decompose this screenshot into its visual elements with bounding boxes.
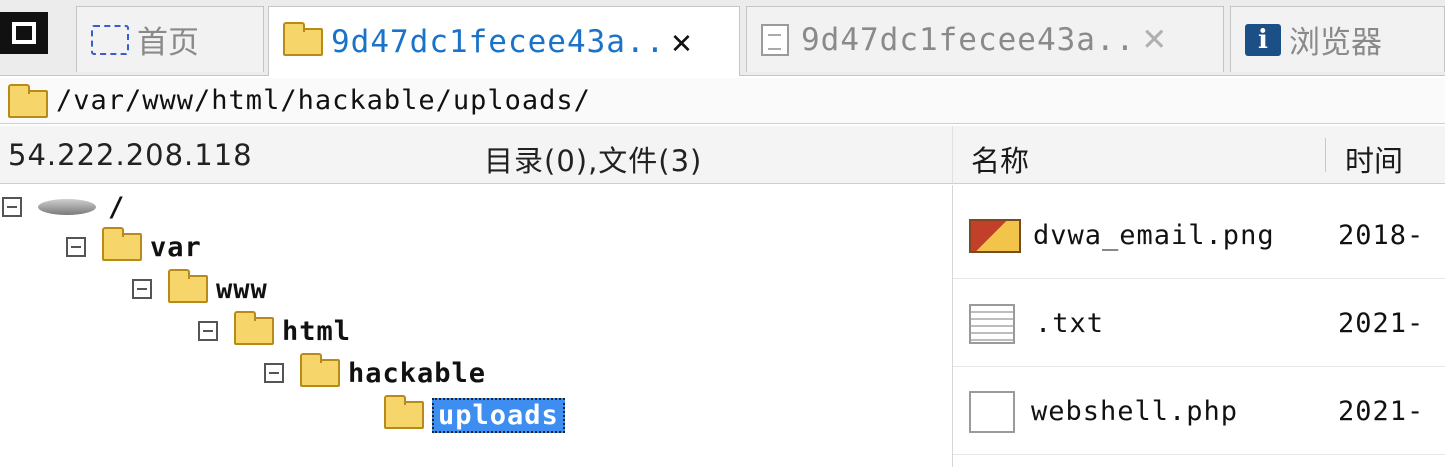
collapse-toggle-icon[interactable] xyxy=(66,237,86,257)
tab-file-label: 9d47dc1fecee43a.. xyxy=(801,21,1136,58)
current-path[interactable]: /var/www/html/hackable/uploads/ xyxy=(56,85,591,116)
server-ip: 54.222.208.118 xyxy=(8,138,253,172)
tab-file[interactable]: 9d47dc1fecee43a.. ✕ xyxy=(746,6,1224,72)
file-time: 2021- xyxy=(1338,308,1425,339)
file-time: 2018- xyxy=(1338,220,1425,251)
tree-node-label: html xyxy=(282,315,352,347)
file-list-header: 名称 时间 xyxy=(952,126,1445,184)
file-row[interactable]: webshell.php 2021- xyxy=(953,369,1445,455)
image-file-icon xyxy=(969,218,1021,253)
tree-node-root[interactable]: / xyxy=(2,187,125,227)
tree-node-www[interactable]: www xyxy=(132,269,268,309)
directory-tree: / var www html hackable uploads xyxy=(0,185,952,467)
disk-icon xyxy=(38,199,96,215)
tree-node-label: hackable xyxy=(348,357,487,389)
collapse-toggle-icon[interactable] xyxy=(132,279,152,299)
tree-node-label: www xyxy=(216,273,268,305)
folder-icon xyxy=(102,227,142,261)
file-name: dvwa_email.png xyxy=(1033,220,1275,251)
tab-browser-label: 浏览器 xyxy=(1289,25,1382,61)
folder-icon xyxy=(234,311,274,345)
collapse-toggle-icon[interactable] xyxy=(2,197,22,217)
tree-node-var[interactable]: var xyxy=(66,227,202,267)
column-time[interactable]: 时间 xyxy=(1345,138,1403,180)
file-name: webshell.php xyxy=(1031,396,1239,427)
file-name: .txt xyxy=(1035,308,1105,339)
folder-icon xyxy=(283,21,323,56)
info-icon: i xyxy=(1245,23,1281,56)
collapse-toggle-icon[interactable] xyxy=(264,363,284,383)
folder-icon xyxy=(8,83,48,118)
column-name[interactable]: 名称 xyxy=(971,138,1029,180)
column-divider[interactable] xyxy=(1325,138,1326,172)
tree-node-hackable[interactable]: hackable xyxy=(264,353,486,393)
tree-node-uploads[interactable]: uploads xyxy=(384,395,565,435)
tab-folder-label: 9d47dc1fecee43a.. xyxy=(331,23,666,60)
tab-uploads-folder[interactable]: 9d47dc1fecee43a.. ✕ xyxy=(268,6,740,76)
tree-node-label: / xyxy=(108,191,126,223)
tree-node-label: var xyxy=(150,231,202,263)
php-file-icon xyxy=(969,390,1015,433)
file-row[interactable]: .txt 2021- xyxy=(953,281,1445,367)
tab-bar: 首页 9d47dc1fecee43a.. ✕ 9d47dc1fecee43a..… xyxy=(0,0,1445,76)
window-toggle-icon[interactable] xyxy=(0,12,48,54)
folder-icon xyxy=(300,353,340,387)
file-row[interactable]: dvwa_email.png 2018- xyxy=(953,193,1445,279)
tab-home[interactable]: 首页 xyxy=(76,6,264,72)
text-file-icon xyxy=(969,303,1015,344)
file-list: dvwa_email.png 2018- .txt 2021- webshell… xyxy=(952,185,1445,467)
tree-node-label-selected: uploads xyxy=(432,397,565,433)
tab-close-icon[interactable]: ✕ xyxy=(671,22,691,62)
info-header: 54.222.208.118 目录(0),文件(3) xyxy=(0,126,952,184)
file-time: 2021- xyxy=(1338,396,1425,427)
collapse-toggle-icon[interactable] xyxy=(198,321,218,341)
path-bar[interactable]: /var/www/html/hackable/uploads/ xyxy=(0,78,1445,124)
document-icon xyxy=(761,23,789,56)
folder-icon xyxy=(168,269,208,303)
open-folder-icon xyxy=(384,395,424,429)
tab-browser[interactable]: i 浏览器 xyxy=(1230,6,1445,72)
home-icon xyxy=(91,24,129,55)
tab-close-icon[interactable]: ✕ xyxy=(1141,22,1167,58)
item-count: 目录(0),文件(3) xyxy=(484,144,703,178)
tree-node-html[interactable]: html xyxy=(198,311,351,351)
tab-home-label: 首页 xyxy=(137,25,199,61)
